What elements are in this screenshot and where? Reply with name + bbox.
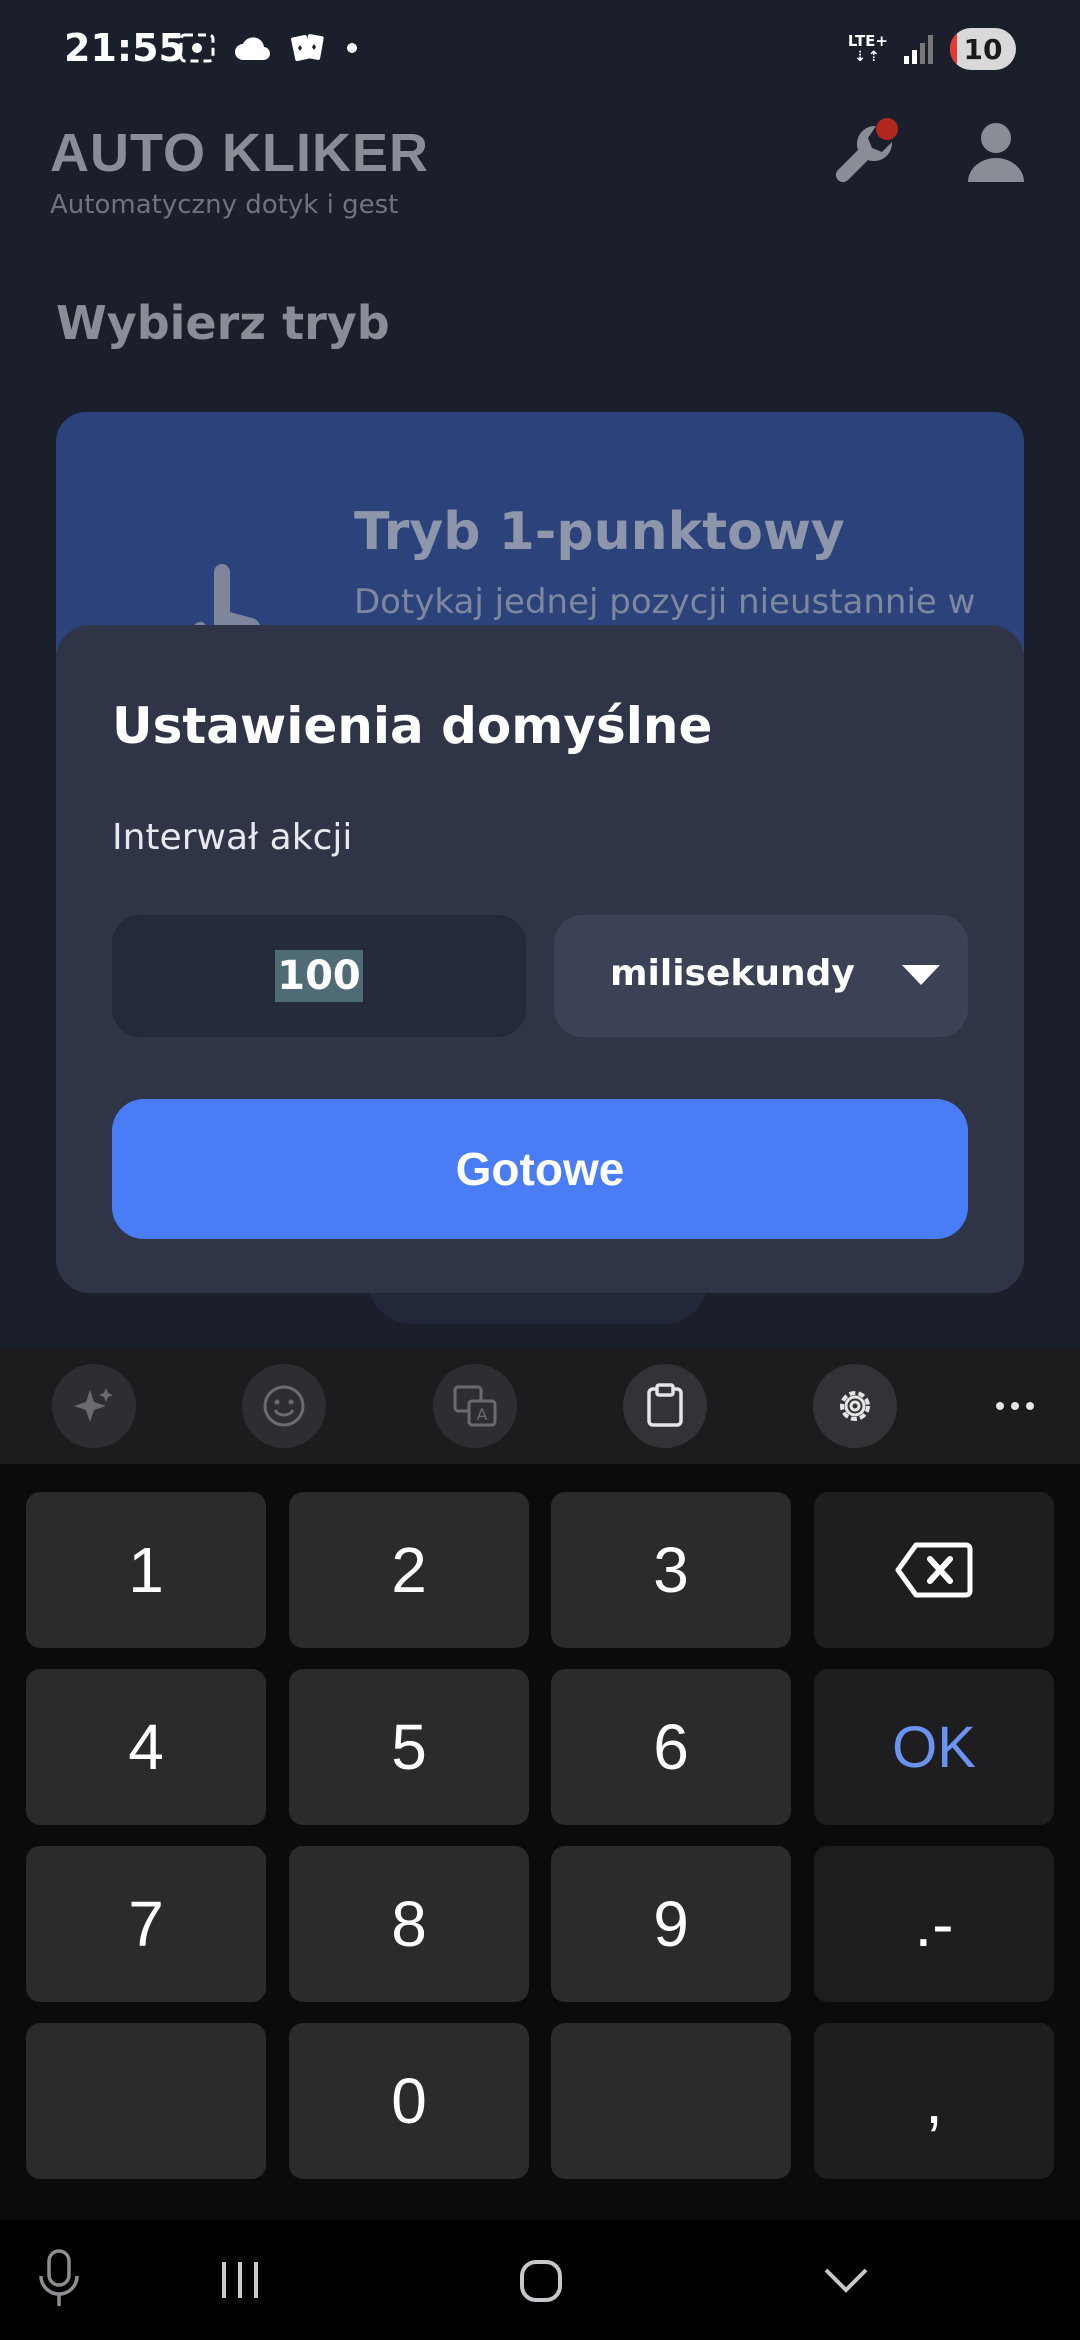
key-3[interactable]: 3 [551, 1492, 791, 1648]
clipboard-icon [647, 1383, 683, 1427]
section-title: Wybierz tryb [56, 296, 390, 350]
svg-text:A: A [477, 1405, 488, 1424]
key-9[interactable]: 9 [551, 1846, 791, 2002]
mode-description: Dotykaj jednej pozycji nieustannie w [354, 582, 976, 622]
unit-dropdown[interactable]: milisekundy [554, 915, 968, 1037]
keyboard-settings-button[interactable] [813, 1364, 897, 1448]
blank-key-right [551, 2023, 791, 2179]
mode-title: Tryb 1-punktowy [354, 502, 845, 562]
backspace-key[interactable] [814, 1492, 1054, 1648]
recent-apps-icon[interactable] [218, 2260, 262, 2300]
backspace-icon [895, 1542, 973, 1598]
key-0[interactable]: 0 [289, 2023, 529, 2179]
comma-key[interactable]: , [814, 2023, 1054, 2179]
numeric-keyboard: A 1 2 3 4 5 6 OK 7 8 9 .- 0 , [0, 1348, 1080, 2220]
key-5[interactable]: 5 [289, 1669, 529, 1825]
tools-button[interactable] [830, 118, 902, 190]
blank-key-left [26, 2023, 266, 2179]
dialog-title: Ustawienia domyślne [112, 697, 713, 755]
translate-button[interactable]: A [433, 1364, 517, 1448]
more-options-button[interactable] [980, 1364, 1050, 1448]
emoji-icon [263, 1385, 305, 1427]
key-4[interactable]: 4 [26, 1669, 266, 1825]
key-1[interactable]: 1 [26, 1492, 266, 1648]
cloud-icon [235, 37, 271, 61]
home-icon[interactable] [518, 2258, 564, 2304]
interval-value: 100 [275, 950, 363, 1002]
hide-keyboard-icon[interactable] [822, 2266, 870, 2296]
keyboard-toolbar: A [0, 1348, 1080, 1464]
status-time: 21:55 [64, 26, 185, 70]
clipboard-button[interactable] [623, 1364, 707, 1448]
key-6[interactable]: 6 [551, 1669, 791, 1825]
chevron-down-icon [902, 965, 940, 985]
app-title: AUTO KLIKER [50, 123, 430, 183]
key-8[interactable]: 8 [289, 1846, 529, 2002]
ok-key[interactable]: OK [814, 1669, 1054, 1825]
profile-button[interactable] [966, 120, 1026, 184]
unit-selected: milisekundy [610, 953, 855, 994]
app-screen: 21:55 LTE+ ⇣⇡ 10 AUTO KLIKER Automatyczn… [0, 0, 1080, 1348]
more-icon [996, 1402, 1034, 1410]
dot-dash-key[interactable]: .- [814, 1846, 1054, 2002]
interval-label: Interwał akcji [112, 817, 353, 858]
app-subtitle: Automatyczny dotyk i gest [50, 190, 399, 220]
ai-sparkle-icon [74, 1388, 113, 1422]
key-7[interactable]: 7 [26, 1846, 266, 2002]
network-type: LTE+ ⇣⇡ [847, 32, 888, 65]
cards-icon [291, 34, 324, 62]
translate-icon: A [453, 1385, 497, 1427]
ai-tools-button[interactable] [52, 1364, 136, 1448]
done-button[interactable]: Gotowe [112, 1099, 968, 1239]
microphone-icon[interactable] [36, 2248, 82, 2310]
battery-fill [950, 28, 957, 70]
status-bar: 21:55 LTE+ ⇣⇡ 10 [0, 0, 1080, 100]
default-settings-dialog: Ustawienia domyślne Interwał akcji 100 m… [56, 625, 1024, 1293]
key-2[interactable]: 2 [289, 1492, 529, 1648]
battery-indicator: 10 [950, 28, 1016, 70]
network-label: LTE+ [847, 32, 888, 50]
emoji-button[interactable] [242, 1364, 326, 1448]
screenshot-icon [179, 33, 215, 63]
settings-icon [840, 1391, 870, 1421]
battery-level: 10 [963, 32, 1003, 66]
notification-badge [876, 118, 898, 140]
dot-icon [347, 43, 357, 53]
navigation-bar [0, 2220, 1080, 2340]
signal-icon [904, 35, 933, 64]
interval-input[interactable]: 100 [112, 915, 526, 1037]
user-icon [968, 123, 1024, 182]
